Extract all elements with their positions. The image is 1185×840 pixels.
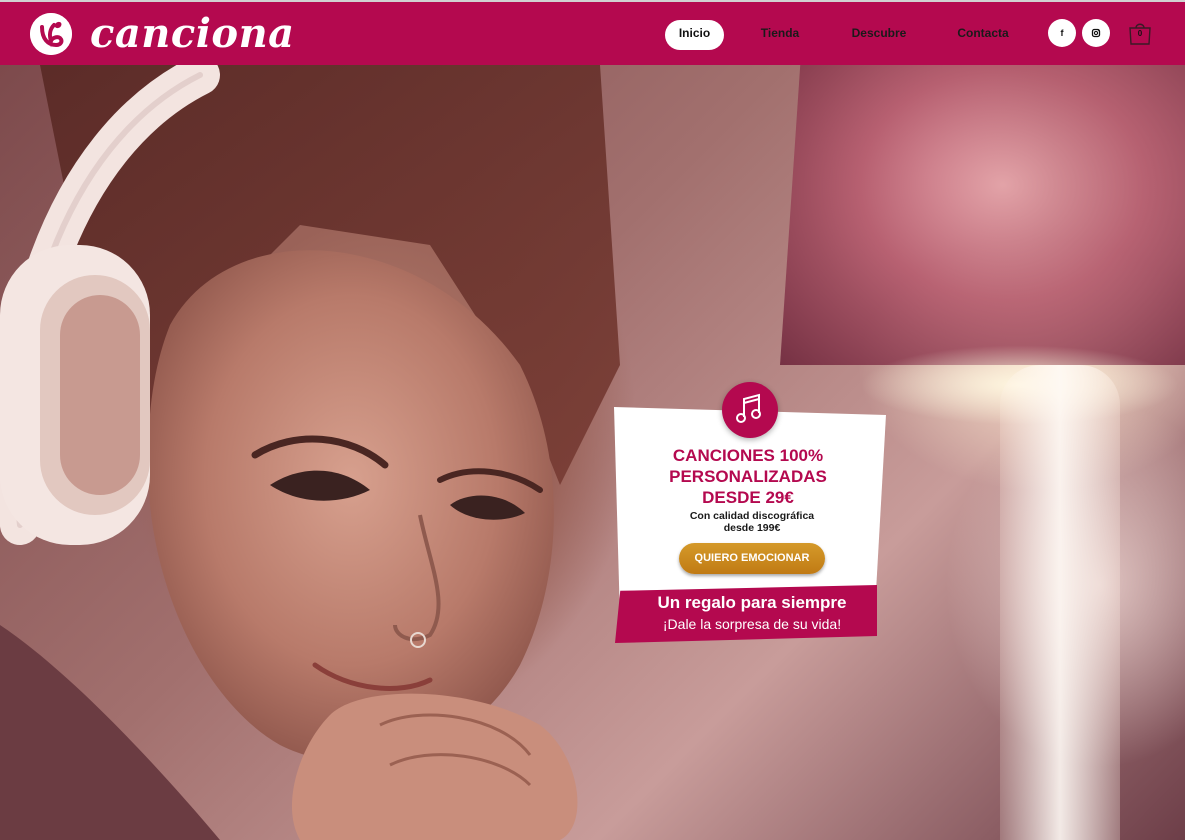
tagline-sub: ¡Dale la sorpresa de su vida!	[662, 616, 842, 632]
hero-background-lamp	[780, 65, 1185, 365]
promo-subtitle-line1: Con calidad discográfica	[689, 510, 815, 522]
nav-item-descubre[interactable]: Descubre	[840, 20, 918, 50]
promo-subtitle: Con calidad discográfica desde 199€	[640, 510, 864, 534]
nav-item-inicio[interactable]: Inicio	[665, 20, 724, 50]
promo-title-line1: CANCIONES 100%	[672, 446, 824, 465]
promo-title-line3: DESDE 29€	[702, 488, 794, 507]
logo[interactable]: canciona	[30, 12, 295, 56]
instagram-icon[interactable]	[1082, 19, 1110, 47]
nav-item-contacta[interactable]: Contacta	[948, 20, 1018, 50]
logo-heart-icon	[30, 13, 72, 55]
nav-item-tienda[interactable]: Tienda	[745, 20, 815, 50]
cart-count: 0	[1137, 29, 1143, 38]
promo-title-line2: PERSONALIZADAS	[669, 467, 827, 486]
hero-background-lamp-base	[1000, 365, 1120, 840]
site-header: canciona Inicio Tienda Descubre Contacta…	[0, 0, 1185, 65]
logo-text: canciona	[90, 10, 295, 57]
promo-subtitle-line2: desde 199€	[723, 522, 781, 534]
tagline-main: Un regalo para siempre	[657, 593, 847, 612]
shopping-bag-icon[interactable]: 0	[1128, 21, 1152, 45]
facebook-icon[interactable]: f	[1048, 19, 1076, 47]
hero-photo-woman-headphones	[0, 65, 620, 840]
hero-section	[0, 65, 1185, 840]
quiero-emocionar-button[interactable]: QUIERO EMOCIONAR	[679, 543, 825, 574]
music-note-icon	[722, 382, 778, 438]
promo-title: CANCIONES 100% PERSONALIZADAS DESDE 29€	[620, 445, 876, 508]
